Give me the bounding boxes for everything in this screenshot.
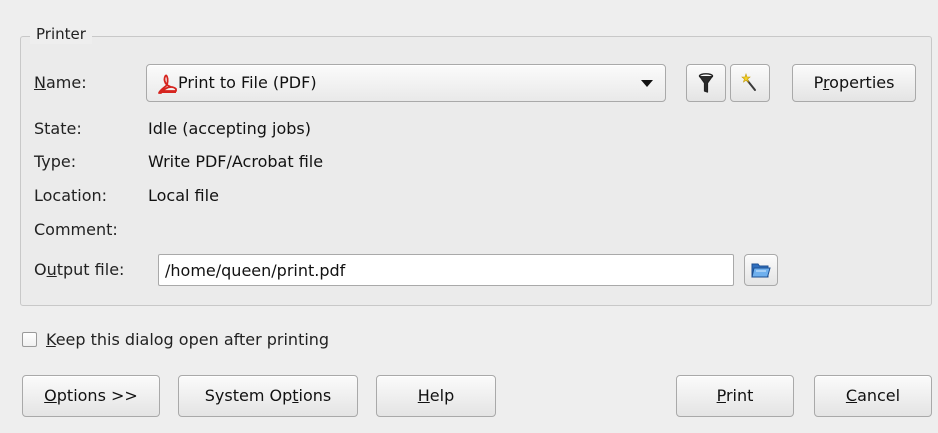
name-label: Name: [34,73,87,92]
open-folder-icon [751,263,771,278]
type-label: Type: [34,152,77,171]
help-button[interactable]: Help [376,375,496,417]
keep-open-label[interactable]: Keep this dialog open after printing [46,330,329,350]
pdf-document-icon [157,74,177,94]
system-options-button[interactable]: System Options [178,375,358,417]
filter-funnel-icon [698,73,714,93]
type-value: Write PDF/Acrobat file [148,152,324,171]
location-value: Local file [148,186,219,205]
state-value: Idle (accepting jobs) [148,119,311,138]
print-button[interactable]: Print [676,375,794,417]
keep-open-checkbox[interactable] [22,332,37,347]
comment-label: Comment: [34,220,118,239]
state-label: State: [34,119,82,138]
location-label: Location: [34,186,108,205]
options-button[interactable]: Options >> [22,375,160,417]
browse-output-button[interactable] [744,254,778,286]
properties-button[interactable]: Properties [792,64,916,102]
printer-group-title: Printer [30,24,92,44]
magic-wand-icon [741,73,756,91]
chevron-down-icon [641,80,653,87]
printer-select-value: Print to File (PDF) [178,73,317,92]
cancel-button[interactable]: Cancel [814,375,932,417]
output-file-label: Output file: [34,260,125,279]
add-printer-wizard-button[interactable] [730,64,770,102]
printer-select[interactable]: Print to File (PDF) [146,64,666,102]
output-file-input[interactable] [158,254,734,286]
filter-button[interactable] [686,64,726,102]
